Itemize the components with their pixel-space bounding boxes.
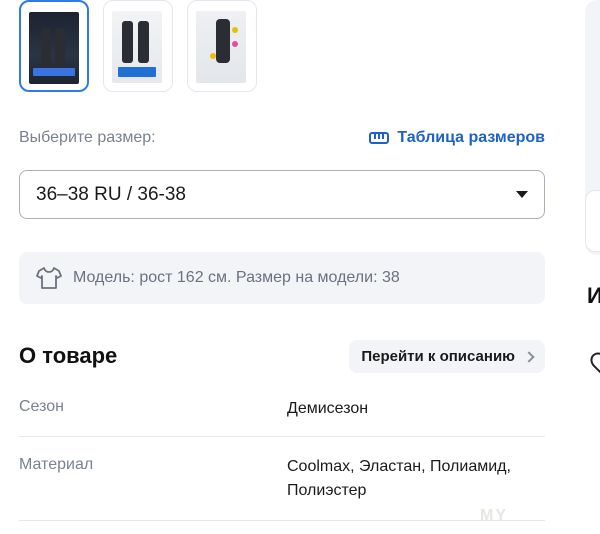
side-heading-partial: И — [587, 283, 600, 308]
divider — [19, 520, 545, 521]
attribute-key: Материал — [19, 456, 94, 473]
goto-description-label: Перейти к описанию — [361, 348, 515, 365]
chevron-right-icon — [523, 350, 535, 363]
product-image-trekking-socks — [112, 11, 162, 83]
location-pin-icon — [586, 348, 600, 374]
model-info-text: Модель: рост 162 см. Размер на модели: 3… — [73, 269, 400, 286]
caret-down-icon — [516, 191, 528, 198]
watermark: MY — [480, 507, 508, 524]
side-panel-card — [585, 190, 600, 252]
divider — [19, 436, 545, 437]
thumbnail-strip — [19, 0, 257, 92]
ruler-icon — [369, 132, 390, 144]
thumbnail-1[interactable] — [19, 0, 89, 92]
size-select[interactable]: 36–38 RU / 36-38 — [19, 170, 545, 219]
about-title: О товаре — [19, 343, 118, 368]
size-table-link[interactable]: Таблица размеров — [369, 129, 545, 147]
product-image-packaged-socks — [29, 12, 79, 84]
size-select-value: 36–38 RU / 36-38 — [36, 183, 186, 205]
model-info-box: Модель: рост 162 см. Размер на модели: 3… — [19, 252, 545, 304]
thumbnail-2[interactable] — [103, 0, 173, 92]
product-image-sock-features — [196, 11, 246, 83]
goto-description-button[interactable]: Перейти к описанию — [349, 340, 545, 373]
thumbnail-3[interactable] — [187, 0, 257, 92]
size-table-label: Таблица размеров — [397, 129, 545, 146]
tshirt-icon — [36, 267, 62, 289]
size-label: Выберите размер: — [19, 129, 156, 146]
attribute-value: Coolmax, Эластан, Полиамид, Полиэстер — [287, 458, 511, 499]
attribute-key: Сезон — [19, 398, 64, 415]
attribute-value: Демисезон — [287, 400, 369, 417]
